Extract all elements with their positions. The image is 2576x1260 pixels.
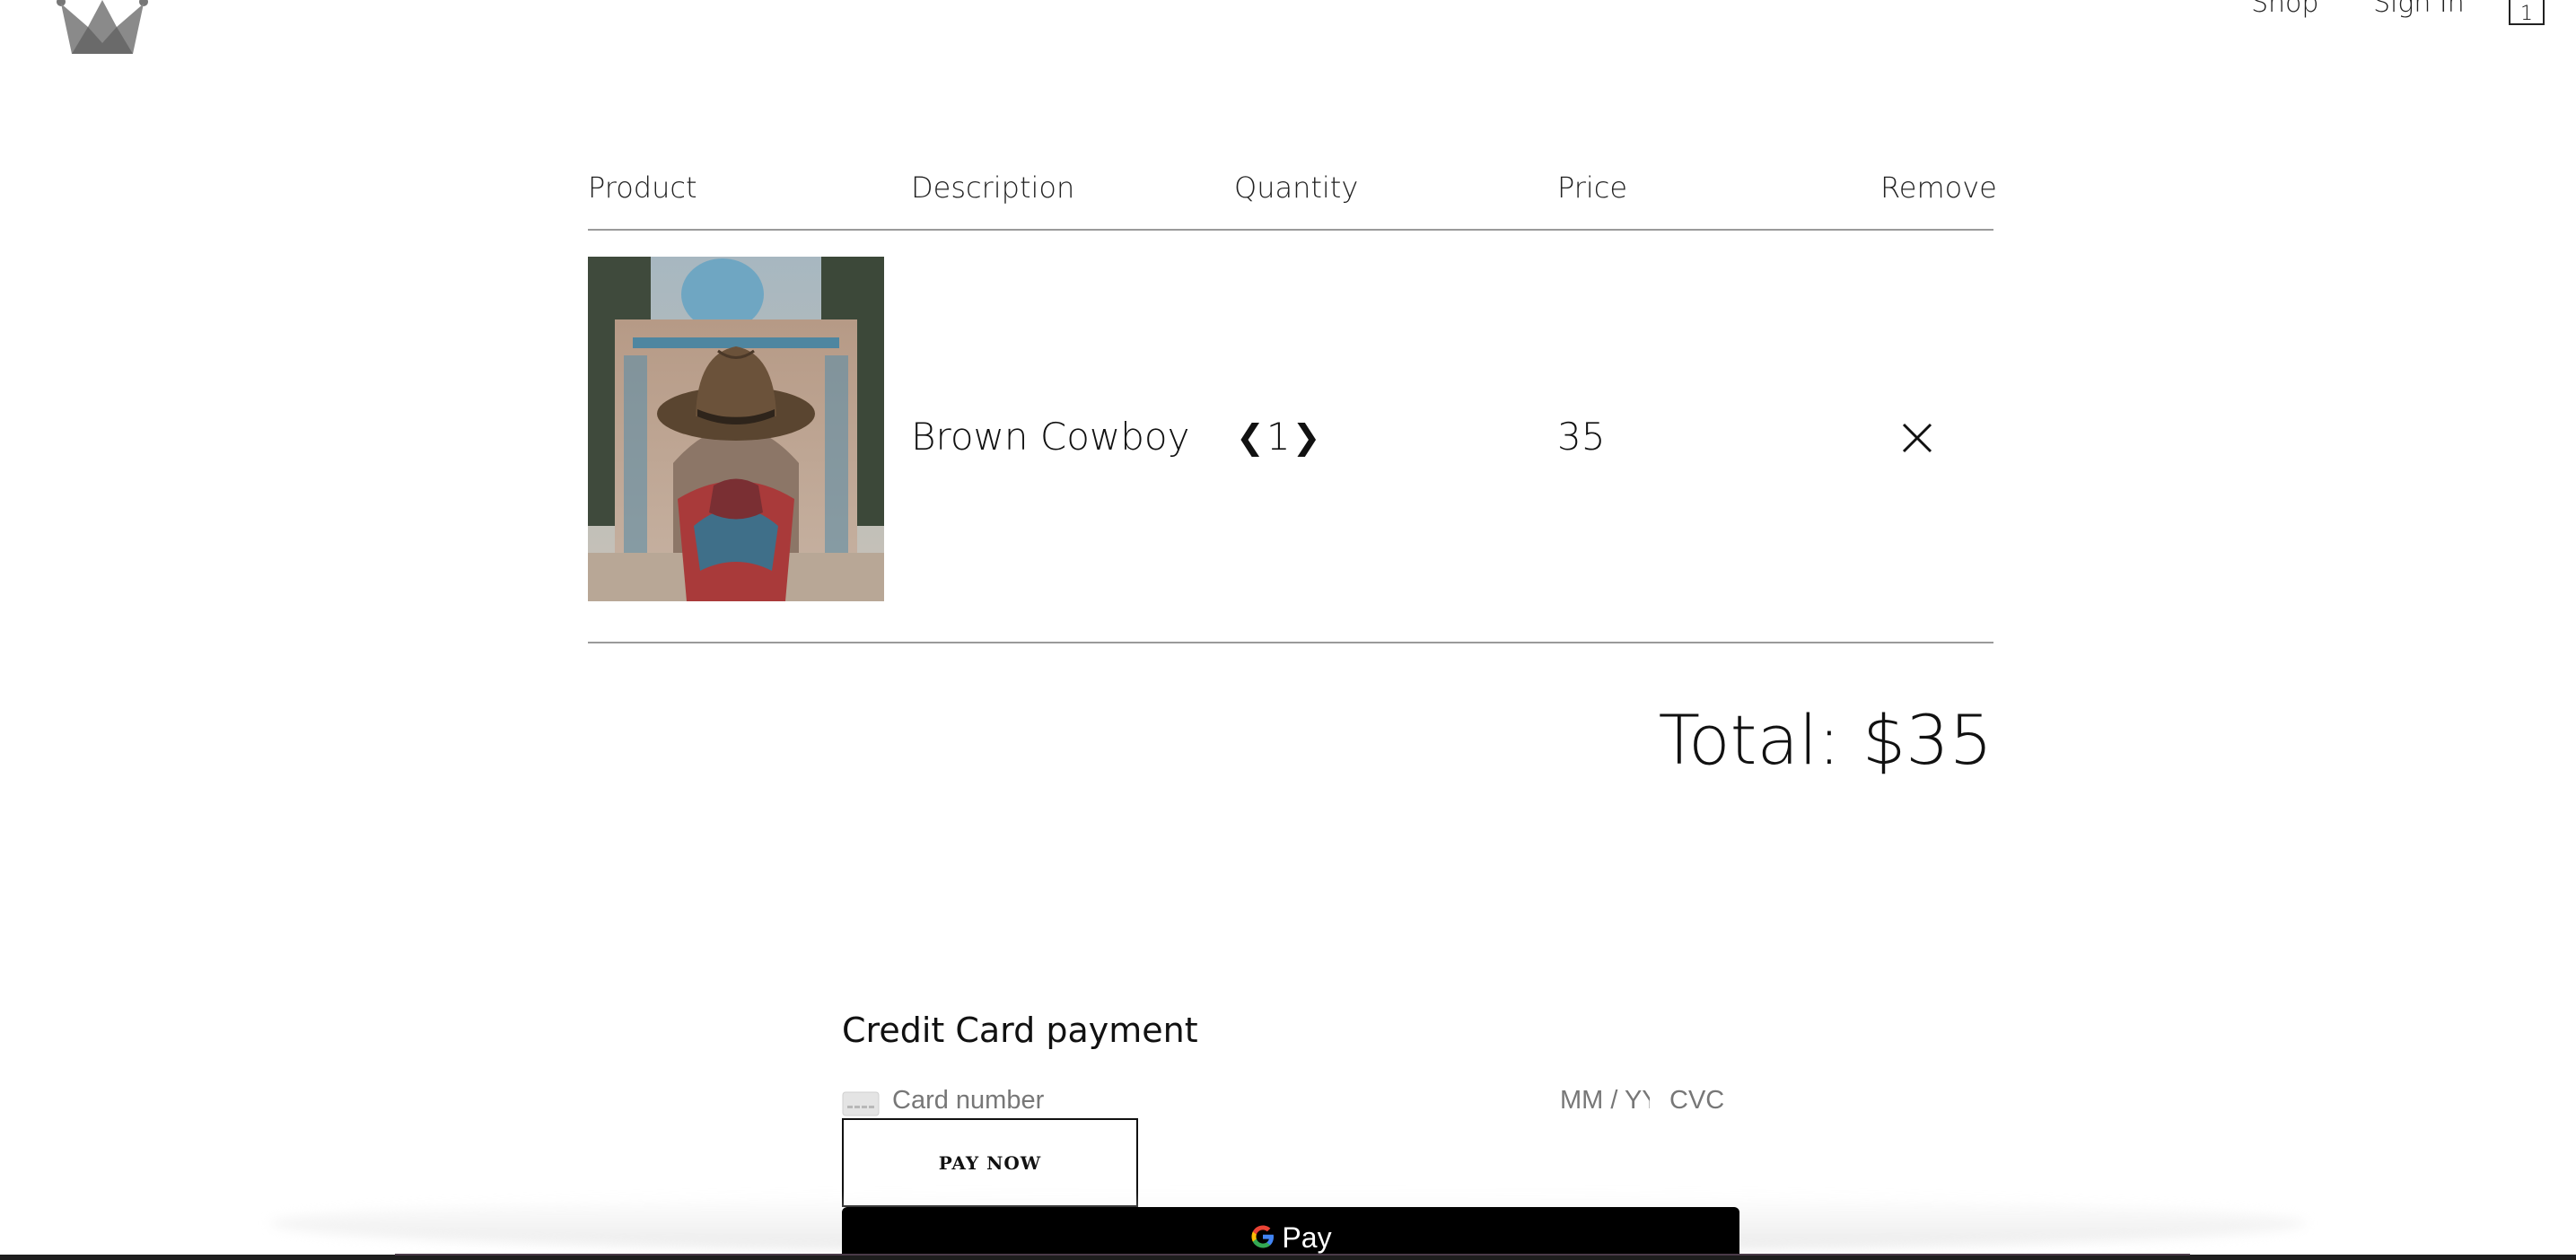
column-header-remove: Remove: [1880, 171, 1997, 205]
credit-card-payment-title: Credit Card payment: [842, 1011, 1198, 1050]
item-price: 35: [1557, 415, 1606, 459]
quantity-stepper: ❮ 1 ❯: [1234, 231, 1322, 643]
remove-item-close-icon[interactable]: [1901, 422, 1933, 454]
window-bottom-highlight: [395, 1254, 2190, 1256]
column-header-product: Product: [588, 171, 697, 205]
product-description: Brown Cowboy: [911, 415, 1190, 459]
crown-logo-icon[interactable]: [56, 0, 149, 56]
column-header-price: Price: [1557, 171, 1628, 205]
card-expiry-input[interactable]: [1560, 1086, 1650, 1116]
google-g-icon: [1249, 1223, 1276, 1250]
credit-card-icon: [842, 1091, 880, 1116]
quantity-value: 1: [1266, 415, 1291, 459]
nav-sign-in-link[interactable]: Sign In: [2373, 0, 2465, 19]
nav-shop-link[interactable]: Shop: [2251, 0, 2318, 19]
cart-table-header: Product Description Quantity Price Remov…: [588, 171, 1997, 231]
cart-item-row: Brown Cowboy ❮ 1 ❯ 35: [588, 231, 1993, 643]
chevron-left-icon[interactable]: ❮: [1234, 420, 1266, 454]
card-cvc-input[interactable]: [1669, 1086, 1741, 1116]
column-header-quantity: Quantity: [1234, 171, 1359, 205]
google-pay-button[interactable]: Pay: [842, 1207, 1739, 1257]
google-pay-label: Pay: [1282, 1221, 1332, 1254]
column-header-description: Description: [911, 171, 1075, 205]
cart-button[interactable]: 1: [2509, 0, 2545, 25]
card-number-input[interactable]: [892, 1086, 1520, 1116]
chevron-right-icon[interactable]: ❯: [1291, 420, 1323, 454]
cart-count: 1: [2520, 3, 2533, 25]
product-image[interactable]: [588, 257, 884, 601]
cart-total: Total: $35: [1658, 700, 1993, 780]
cart-table: Product Description Quantity Price Remov…: [588, 171, 1997, 643]
